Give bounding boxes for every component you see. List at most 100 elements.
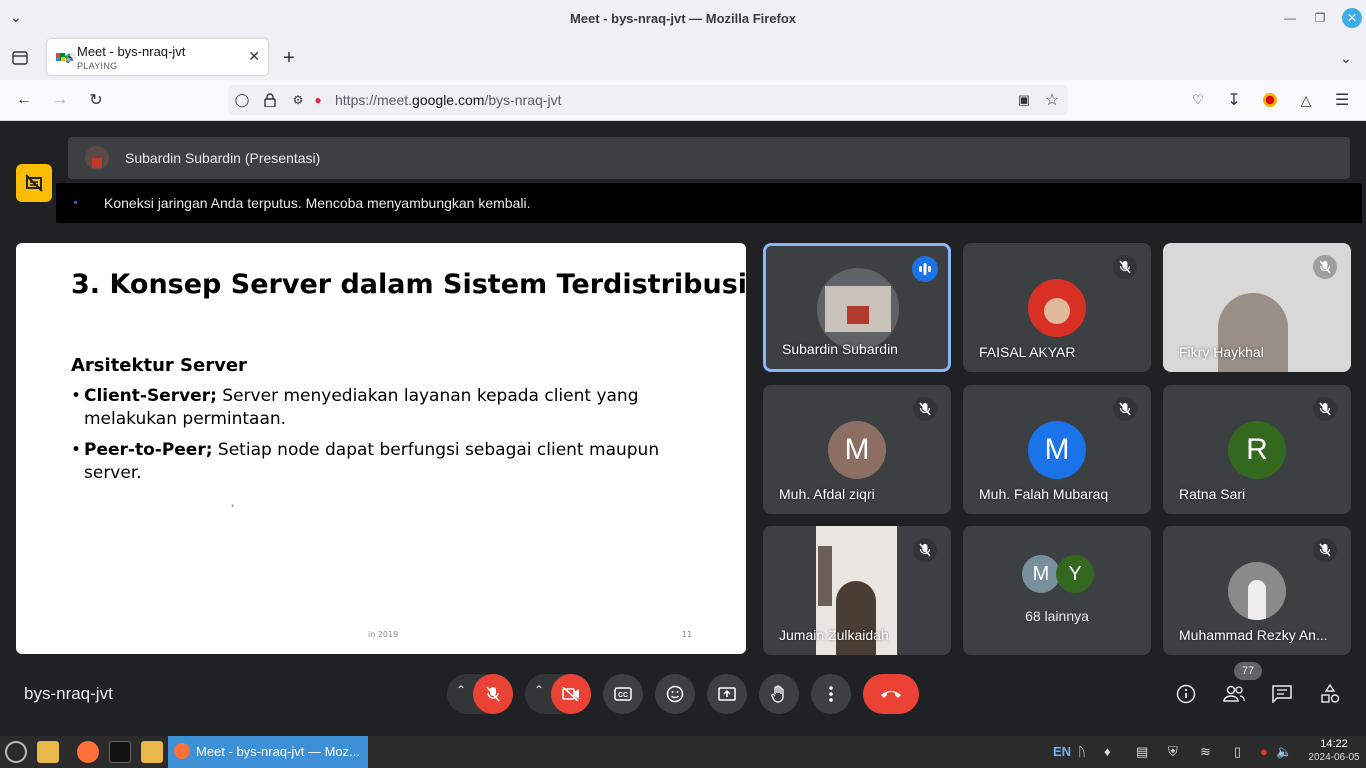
clock[interactable]: 14:22 2024-06-05 (1306, 738, 1362, 764)
mic-off-icon (913, 538, 937, 562)
participant-name: Fikry Haykhal (1179, 344, 1264, 360)
reload-button[interactable]: ↻ (86, 90, 106, 110)
meeting-details-icon[interactable] (1168, 676, 1204, 712)
close-window-button[interactable]: ✕ (1342, 8, 1362, 28)
activities-icon[interactable] (1312, 676, 1348, 712)
others-count-label: 68 lainnya (1025, 608, 1089, 624)
start-menu-icon[interactable] (5, 741, 27, 763)
volume-icon[interactable]: 🔈 (1276, 744, 1292, 760)
new-tab-button[interactable]: + (279, 47, 299, 69)
permissions-icon[interactable]: ⚙ (288, 90, 308, 110)
captions-button[interactable]: CC (603, 674, 643, 714)
picture-in-picture-icon[interactable]: ▣ (1014, 90, 1034, 110)
extensions-puzzle-icon[interactable]: △ (1296, 90, 1316, 110)
list-all-tabs-icon[interactable]: ⌄ (1336, 48, 1356, 68)
leave-call-button[interactable] (863, 674, 919, 714)
participant-tile[interactable]: Fikry Haykhal (1163, 243, 1351, 372)
others-tile[interactable]: M Y 68 lainnya (963, 526, 1151, 655)
slide-bullet-1: • Client-Server; Server menyediakan layan… (71, 386, 639, 429)
firefox-view-icon[interactable] (10, 48, 30, 68)
extension-icon[interactable] (1260, 90, 1280, 110)
participant-video-circle (817, 268, 899, 350)
maximize-button[interactable]: ❐ (1310, 8, 1330, 28)
notification-message: Koneksi jaringan Anda terputus. Mencoba … (104, 195, 531, 211)
participant-tile[interactable]: Muhammad Rezky An... (1163, 526, 1351, 655)
downloads-icon[interactable]: ↧ (1224, 90, 1244, 110)
presentation-slide[interactable]: 3. Konsep Server dalam Sistem Terdistrib… (16, 243, 746, 654)
url-text[interactable]: https://meet.google.com/bys-nraq-jvt (335, 92, 561, 108)
participant-avatar: R (1228, 421, 1286, 479)
clock-date: 2024-06-05 (1308, 752, 1360, 763)
participant-name: Muhammad Rezky An... (1179, 627, 1328, 643)
slide-bullet-2: • Peer-to-Peer; Setiap node dapat berfung… (71, 440, 660, 483)
app-menu-icon[interactable]: ☰ (1332, 90, 1352, 110)
clipboard-icon[interactable]: ▤ (1136, 744, 1148, 760)
shield-icon[interactable]: ◯ (232, 90, 252, 110)
participant-tile[interactable]: Subardin Subardin (763, 243, 951, 372)
tab-meet[interactable]: 🔊 Meet - bys-nraq-jvt PLAYING ✕ (47, 39, 268, 75)
participant-name: Ratna Sari (1179, 486, 1246, 502)
meeting-code: bys-nraq-jvt (24, 684, 113, 703)
pocket-icon[interactable]: ♡ (1188, 90, 1208, 110)
bluetooth-icon[interactable]: ᚢ (1078, 744, 1086, 759)
notification-dot-icon (74, 201, 77, 204)
terminal-launcher-icon[interactable] (109, 741, 131, 763)
mouse-cursor-icon: › (231, 501, 235, 510)
files-launcher-icon[interactable] (37, 741, 59, 763)
minimize-button[interactable]: — (1280, 8, 1300, 28)
mic-off-icon (1313, 397, 1337, 421)
others-avatar-1: M (1022, 555, 1060, 593)
participant-name: Muh. Falah Mubaraq (979, 486, 1109, 502)
presenter-label: Subardin Subardin (Presentasi) (125, 150, 321, 166)
speaking-indicator-icon (912, 256, 938, 282)
taskbar-window-firefox[interactable]: Meet - bys-nraq-jvt — Moz... (168, 736, 368, 768)
security-shield-icon[interactable]: ⛨ (1168, 744, 1178, 760)
microphone-tray-icon[interactable]: ● (1260, 744, 1268, 759)
slide-footer-left: in 2019 (368, 630, 399, 639)
wifi-icon[interactable]: ≋ (1200, 744, 1211, 760)
microphone-in-use-icon[interactable]: ● (308, 90, 328, 110)
slide-title: 3. Konsep Server dalam Sistem Terdistrib… (71, 269, 746, 300)
video-options-chevron-icon[interactable]: ⌃ (534, 683, 544, 697)
close-tab-icon[interactable]: ✕ (248, 48, 260, 65)
mic-off-icon (1113, 255, 1137, 279)
tab-title: Meet - bys-nraq-jvt (77, 44, 186, 59)
presenter-bar[interactable]: Subardin Subardin (Presentasi) (68, 137, 1350, 179)
network-notification: Koneksi jaringan Anda terputus. Mencoba … (56, 183, 1362, 223)
back-button[interactable]: ← (14, 90, 34, 110)
navigation-toolbar: ← → ↻ ◯ ⚙ ● https://meet.google.com/bys-… (0, 80, 1366, 121)
notifications-icon[interactable]: ♦ (1104, 744, 1111, 759)
meet-app: Subardin Subardin (Presentasi) Koneksi j… (0, 121, 1366, 736)
participant-tile[interactable]: M Muh. Falah Mubaraq (963, 385, 1151, 514)
participant-avatar: M (828, 421, 886, 479)
participant-tile[interactable]: FAISAL AKYAR (963, 243, 1151, 372)
mic-off-icon (913, 397, 937, 421)
svg-text:CC: CC (618, 692, 628, 699)
forward-button[interactable]: → (50, 90, 70, 110)
others-avatar-2: Y (1056, 555, 1094, 593)
lock-icon[interactable] (260, 90, 280, 110)
battery-icon[interactable]: ▯ (1234, 744, 1241, 760)
audio-options-chevron-icon[interactable]: ⌃ (456, 683, 466, 697)
participant-tile[interactable]: M Muh. Afdal ziqri (763, 385, 951, 514)
chat-icon[interactable] (1264, 676, 1300, 712)
slide-page-number: 11 (682, 630, 693, 639)
folder-launcher-icon[interactable] (141, 741, 163, 763)
camera-toggle-button[interactable] (551, 674, 591, 714)
speaker-playing-icon[interactable]: 🔊 (65, 53, 76, 64)
mic-toggle-button[interactable] (473, 674, 513, 714)
participant-tile[interactable]: Jumain Zulkaidah (763, 526, 951, 655)
emoji-reaction-button[interactable] (655, 674, 695, 714)
raise-hand-button[interactable] (759, 674, 799, 714)
window-menu-chevron-icon[interactable]: ⌄ (10, 9, 22, 26)
firefox-launcher-icon[interactable] (77, 741, 99, 763)
present-screen-button[interactable] (707, 674, 747, 714)
more-options-button[interactable] (811, 674, 851, 714)
keyboard-layout[interactable]: EN (1053, 744, 1071, 759)
people-icon[interactable] (1216, 676, 1252, 712)
bookmark-star-icon[interactable]: ☆ (1042, 90, 1062, 110)
participant-tile[interactable]: R Ratna Sari (1163, 385, 1351, 514)
no-connection-icon[interactable] (16, 164, 52, 202)
window-titlebar: ⌄ Meet - bys-nraq-jvt — Mozilla Firefox … (0, 0, 1366, 36)
url-bar[interactable]: ◯ ⚙ ● https://meet.google.com/bys-nraq-j… (228, 85, 1068, 115)
